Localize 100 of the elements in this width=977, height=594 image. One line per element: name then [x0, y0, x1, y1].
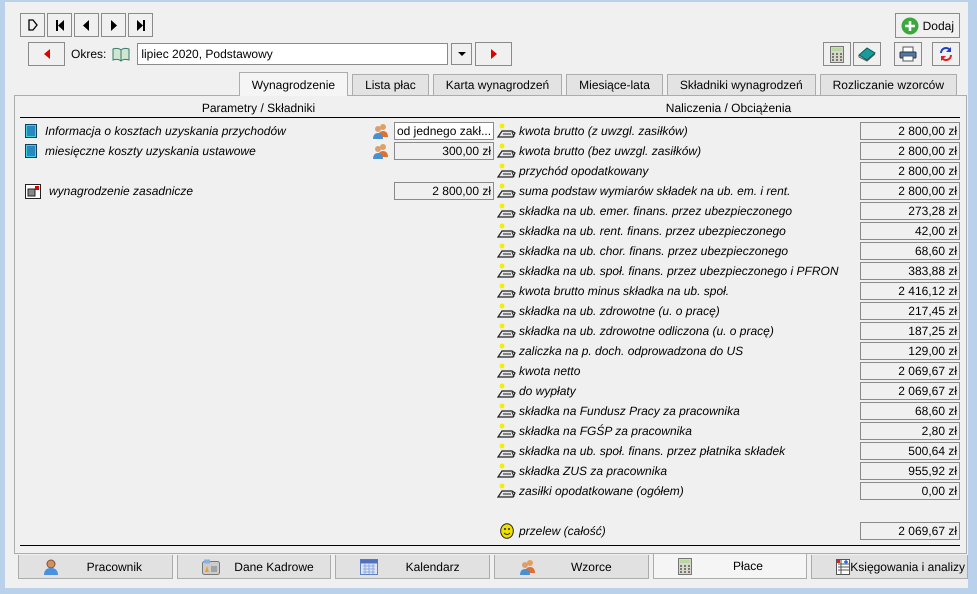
- tab[interactable]: Wynagrodzenie: [238, 72, 348, 96]
- module-tab[interactable]: Dane Kadrowe: [176, 555, 332, 579]
- charge-field[interactable]: 42,00 zł: [860, 222, 960, 240]
- tab[interactable]: Karta wynagrodzeń: [432, 74, 562, 95]
- calculator-icon: [830, 46, 844, 62]
- module-tab[interactable]: Płace: [652, 554, 808, 579]
- last-record-button[interactable]: [128, 13, 153, 37]
- charge-field[interactable]: 273,28 zł: [860, 202, 960, 220]
- person-icon: [43, 558, 59, 574]
- transfer-field[interactable]: 2 069,67 zł: [860, 522, 960, 540]
- charge-field[interactable]: 187,25 zł: [860, 322, 960, 340]
- charge-label: składka na FGŚP za pracownika: [519, 424, 693, 438]
- people-icon: [518, 558, 537, 574]
- charge-field[interactable]: 2 800,00 zł: [860, 162, 960, 180]
- charge-field[interactable]: 217,45 zł: [860, 302, 960, 320]
- component-field[interactable]: 2 800,00 zł: [394, 182, 494, 200]
- book-button[interactable]: [853, 42, 881, 66]
- charge-label: składka na ub. chor. finans. przez ubezpieczonego: [519, 244, 790, 258]
- parameter-field[interactable]: od jednego zakł...: [394, 122, 494, 140]
- component-label: wynagrodzenie zasadnicze: [49, 184, 194, 198]
- hand-icon: [497, 483, 517, 499]
- previous-icon: [83, 20, 90, 30]
- period-combobox[interactable]: lipiec 2020, Podstawowy: [137, 43, 448, 65]
- charge-field[interactable]: 0,00 zł: [860, 482, 960, 500]
- hand-icon: [497, 323, 517, 339]
- tab[interactable]: Rozliczanie wzorców: [820, 74, 957, 95]
- ledger-icon: [836, 558, 850, 574]
- charge-field[interactable]: 2 800,00 zł: [860, 122, 960, 140]
- charge-label: zasiłki opodatkowane (ogółem): [519, 484, 685, 498]
- charge-field[interactable]: 2 416,12 zł: [860, 282, 960, 300]
- charge-field[interactable]: 2 800,00 zł: [860, 182, 960, 200]
- charge-label: składka na ub. emer. finans. przez ubezpieczonego: [519, 204, 794, 218]
- hand-icon: [497, 423, 517, 439]
- charge-field[interactable]: 2 800,00 zł: [860, 142, 960, 160]
- column-header: Parametry / Składniki: [20, 100, 497, 118]
- hand-icon: [497, 163, 517, 179]
- calendar-icon: [360, 558, 378, 574]
- tab[interactable]: Składniki wynagrodzeń: [666, 74, 816, 95]
- parameter-field[interactable]: 300,00 zł: [394, 142, 494, 160]
- module-tab[interactable]: Księgowania i analizy: [811, 555, 968, 579]
- charge-field[interactable]: 129,00 zł: [860, 342, 960, 360]
- charge-field[interactable]: 2,80 zł: [860, 422, 960, 440]
- book-icon: [857, 46, 877, 62]
- book-icon: [112, 46, 130, 62]
- module-tab[interactable]: Wzorce: [494, 555, 649, 579]
- first-icon: [54, 20, 64, 30]
- tab[interactable]: Lista płac: [352, 74, 429, 95]
- hand-icon: [497, 303, 517, 319]
- charge-field[interactable]: 2 069,67 zł: [860, 362, 960, 380]
- previous-period-button[interactable]: [28, 42, 65, 66]
- hand-icon: [497, 463, 517, 479]
- refresh-icon: [938, 46, 954, 62]
- add-button[interactable]: Dodaj: [894, 13, 960, 38]
- next-period-button[interactable]: [475, 42, 512, 66]
- new-record-button[interactable]: [20, 13, 45, 37]
- charge-label: składka na ub. społ. finans. przez płatnika składek: [519, 444, 786, 458]
- next-record-button[interactable]: [101, 13, 126, 37]
- charge-label: składka na ub. społ. finans. przez ubezpieczonego i PFRON: [519, 264, 840, 278]
- hand-icon: [497, 183, 517, 199]
- hand-icon: [497, 443, 517, 459]
- charge-label: zaliczka na p. doch. odprowadzona do US: [519, 344, 744, 358]
- charge-field[interactable]: 955,92 zł: [860, 462, 960, 480]
- refresh-button[interactable]: [932, 42, 960, 66]
- people-icon: [372, 143, 390, 159]
- calculator-button[interactable]: [823, 42, 851, 66]
- right-arrow-icon: [490, 49, 497, 59]
- hand-icon: [497, 143, 517, 159]
- charge-label: składka ZUS za pracownika: [519, 464, 668, 478]
- hand-icon: [497, 363, 517, 379]
- hand-icon: [497, 283, 517, 299]
- charge-label: do wypłaty: [519, 384, 578, 398]
- hand-icon: [497, 343, 517, 359]
- charge-field[interactable]: 68,60 zł: [860, 402, 960, 420]
- id-card-icon: [202, 558, 220, 574]
- hand-icon: [497, 123, 517, 139]
- charge-label: składka na Fundusz Pracy za pracownika: [519, 404, 741, 418]
- hand-icon: [497, 403, 517, 419]
- charge-label: kwota netto: [519, 364, 582, 378]
- charge-field[interactable]: 383,88 zł: [860, 262, 960, 280]
- previous-record-button[interactable]: [74, 13, 99, 37]
- first-record-button[interactable]: [47, 13, 72, 37]
- caret-icon: [458, 52, 466, 56]
- charge-field[interactable]: 2 069,67 zł: [860, 382, 960, 400]
- charge-label: kwota brutto (bez uwzgl. zasiłków): [519, 144, 702, 158]
- hand-icon: [497, 243, 517, 259]
- next-icon: [110, 20, 117, 30]
- charge-label: suma podstaw wymiarów składek na ub. em. i rent.: [519, 184, 792, 198]
- print-button[interactable]: [894, 42, 922, 66]
- charge-field[interactable]: 500,64 zł: [860, 442, 960, 460]
- charge-label: kwota brutto minus składka na ub. społ.: [519, 284, 730, 298]
- charge-label: składka na ub. zdrowotne (u. o pracę): [519, 304, 721, 318]
- document-icon: [25, 124, 37, 138]
- tab[interactable]: Miesiące-lata: [566, 74, 663, 95]
- new-record-icon: [28, 19, 38, 31]
- module-tab[interactable]: Kalendarz: [335, 555, 490, 579]
- charge-field[interactable]: 68,60 zł: [860, 242, 960, 260]
- charge-label: przychód opodatkowany: [519, 164, 650, 178]
- charge-label: składka na ub. zdrowotne odliczona (u. o pracę): [519, 324, 775, 338]
- module-tab[interactable]: Pracownik: [18, 555, 173, 579]
- dropdown-button[interactable]: [451, 43, 472, 65]
